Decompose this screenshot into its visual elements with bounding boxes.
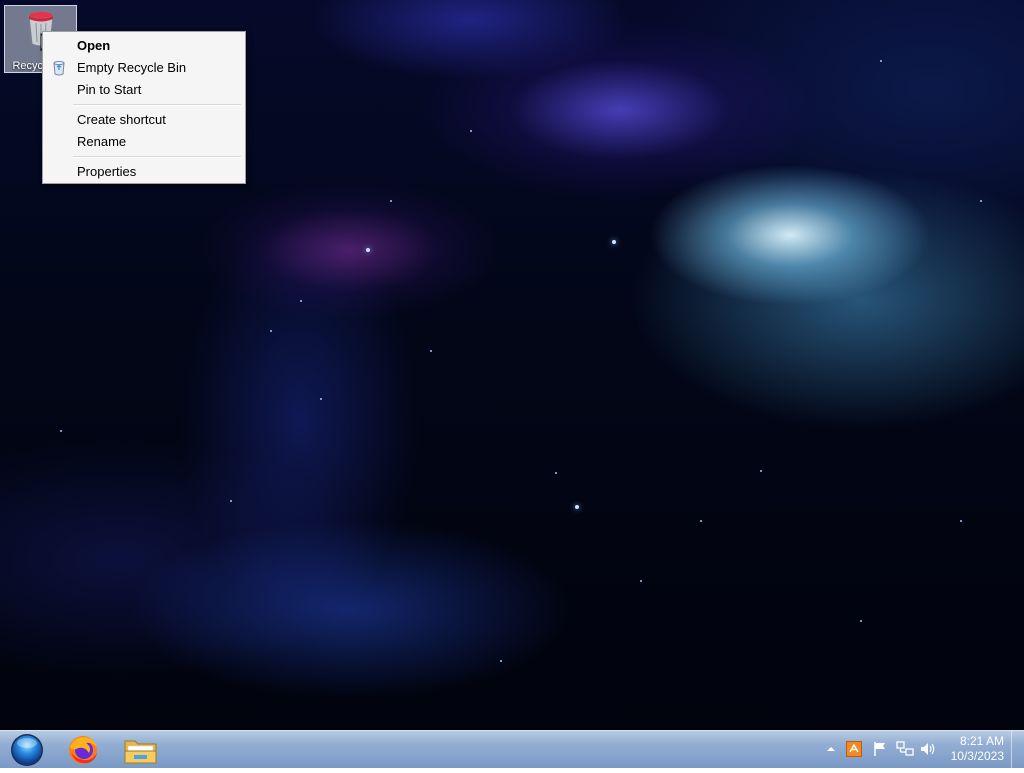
star xyxy=(960,520,962,522)
star xyxy=(300,300,302,302)
menu-item-label: Pin to Start xyxy=(77,82,142,97)
star xyxy=(500,660,502,662)
menu-item-create-shortcut[interactable]: Create shortcut xyxy=(45,109,243,131)
star xyxy=(555,472,557,474)
action-center-flag-icon[interactable] xyxy=(872,741,888,757)
star xyxy=(612,240,616,244)
tray-app-icon[interactable] xyxy=(846,741,862,757)
star xyxy=(980,200,982,202)
menu-item-label: Empty Recycle Bin xyxy=(77,60,187,75)
show-hidden-icons-arrow[interactable] xyxy=(826,744,836,754)
menu-item-label: Properties xyxy=(77,164,137,179)
star xyxy=(470,130,472,132)
taskbar-firefox-button[interactable] xyxy=(62,733,102,767)
star xyxy=(390,200,392,202)
star xyxy=(60,430,62,432)
star xyxy=(320,398,322,400)
firefox-icon xyxy=(69,736,97,764)
star xyxy=(230,500,232,502)
star xyxy=(760,470,762,472)
menu-item-properties[interactable]: Properties xyxy=(45,161,243,183)
start-orb-icon xyxy=(11,734,43,766)
context-menu: Open Empty Recycle Bin Pin to Start Crea… xyxy=(42,31,246,184)
menu-item-pin-to-start[interactable]: Pin to Start xyxy=(45,79,243,101)
system-tray: 8:21 AM 10/3/2023 xyxy=(814,731,1024,769)
taskbar-clock[interactable]: 8:21 AM 10/3/2023 xyxy=(934,734,1004,764)
star xyxy=(860,620,862,622)
file-explorer-icon xyxy=(124,740,157,764)
star xyxy=(880,60,882,62)
star xyxy=(366,248,370,252)
menu-item-label: Open xyxy=(77,38,111,53)
recycle-bin-small-icon xyxy=(53,61,65,76)
menu-separator xyxy=(73,156,241,158)
show-desktop-button[interactable] xyxy=(1011,731,1024,769)
clock-date: 10/3/2023 xyxy=(950,749,1004,763)
menu-separator xyxy=(73,104,241,106)
taskbar-file-explorer-button[interactable] xyxy=(120,733,160,767)
menu-item-label: Rename xyxy=(77,134,127,149)
star xyxy=(700,520,702,522)
clock-time: 8:21 AM xyxy=(959,734,1004,748)
star xyxy=(270,330,272,332)
start-button[interactable] xyxy=(6,732,46,768)
taskbar: 8:21 AM 10/3/2023 xyxy=(0,730,1024,769)
network-icon[interactable] xyxy=(896,741,914,757)
star xyxy=(430,350,432,352)
menu-item-open[interactable]: Open xyxy=(45,35,243,57)
menu-item-empty-recycle-bin[interactable]: Empty Recycle Bin xyxy=(45,57,243,79)
menu-item-label: Create shortcut xyxy=(77,112,166,127)
desktop-wallpaper[interactable]: Recycle Bin Open Empty Recycle Bin Pin t… xyxy=(0,0,1024,730)
menu-item-rename[interactable]: Rename xyxy=(45,131,243,153)
star xyxy=(640,580,642,582)
star xyxy=(575,505,579,509)
